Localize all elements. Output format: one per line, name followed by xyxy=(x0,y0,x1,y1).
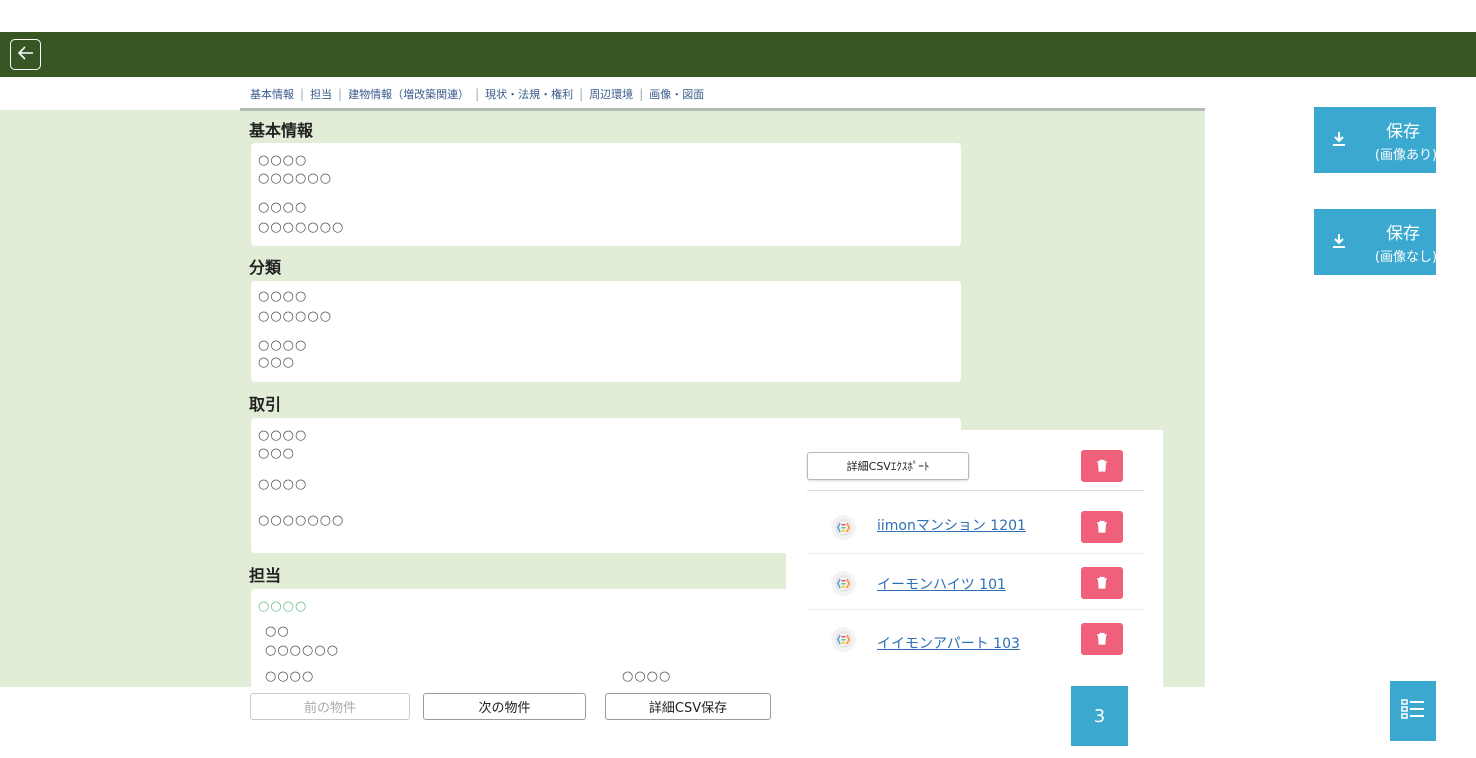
property-link[interactable]: イーモンハイツ 101 xyxy=(877,574,1006,594)
property-logo-icon xyxy=(831,571,856,596)
trash-icon xyxy=(1096,630,1108,649)
download-icon xyxy=(1332,233,1346,253)
section-title-staff: 担当 xyxy=(249,566,282,585)
property-link[interactable]: イイモンアパート 103 xyxy=(877,633,1020,653)
staff-line: ○○ xyxy=(265,624,290,639)
save-subtitle: (画像あり) xyxy=(1374,148,1438,163)
staff-line: ○○○○○○ xyxy=(265,643,340,658)
previous-property-button[interactable]: 前の物件 xyxy=(250,693,410,720)
arrow-left-icon xyxy=(17,45,35,64)
property-count-badge[interactable]: 3 xyxy=(1071,686,1128,746)
basic-info-card: ○○○○ ○○○○○○ ○○○○ ○○○○○○○ xyxy=(251,143,961,246)
tab-environment[interactable]: 周辺環境 xyxy=(583,86,639,102)
staff-line-highlight: ○○○○ xyxy=(258,599,308,614)
save-title: 保存 xyxy=(1386,122,1420,142)
category-line: ○○○○ xyxy=(258,338,308,353)
save-subtitle: (画像なし) xyxy=(1374,250,1438,265)
trash-icon xyxy=(1096,574,1108,593)
category-line: ○○○○○○ xyxy=(258,309,333,324)
back-button[interactable] xyxy=(10,39,41,70)
section-title-basic: 基本情報 xyxy=(249,121,314,140)
property-link[interactable]: iimonマンション 1201 xyxy=(877,515,1026,535)
tab-legal[interactable]: 現状・法規・権利 xyxy=(479,86,579,102)
delete-property-button[interactable] xyxy=(1081,623,1123,655)
deal-line: ○○○○ xyxy=(258,477,308,492)
category-card: ○○○○ ○○○○○○ ○○○○ ○○○ xyxy=(251,281,961,382)
tab-building[interactable]: 建物情報（増改築関連） xyxy=(342,86,475,102)
tab-basic[interactable]: 基本情報 xyxy=(250,86,300,102)
basic-line: ○○○○○○ xyxy=(258,171,333,186)
save-title: 保存 xyxy=(1386,224,1420,244)
staff-line: ○○○○ xyxy=(265,669,315,684)
delete-all-button[interactable] xyxy=(1081,450,1123,482)
section-title-category: 分類 xyxy=(249,258,282,277)
detail-csv-export-button[interactable]: 詳細CSVｴｸｽﾎﾟｰﾄ xyxy=(807,452,969,480)
tab-staff[interactable]: 担当 xyxy=(304,86,338,102)
category-line: ○○○○ xyxy=(258,289,308,304)
staff-line: ○○○○ xyxy=(622,669,672,684)
list-icon xyxy=(1401,698,1425,724)
detail-csv-save-button[interactable]: 詳細CSV保存 xyxy=(605,693,771,720)
save-without-images-button[interactable]: 保存 (画像なし) xyxy=(1314,209,1437,275)
section-title-deal: 取引 xyxy=(249,395,282,414)
delete-property-button[interactable] xyxy=(1081,511,1123,543)
trash-icon xyxy=(1096,518,1108,537)
next-property-button[interactable]: 次の物件 xyxy=(423,693,586,720)
category-line: ○○○ xyxy=(258,355,296,370)
content-top-divider xyxy=(240,108,1205,111)
deal-line: ○○○ xyxy=(258,446,296,461)
property-logo-icon xyxy=(831,515,856,540)
top-bar xyxy=(0,32,1476,77)
deal-line: ○○○○○○○ xyxy=(258,513,345,528)
property-logo-icon xyxy=(831,627,856,652)
section-tabs: 基本情報 | 担当 | 建物情報（増改築関連） | 現状・法規・権利 | 周辺環… xyxy=(250,86,710,102)
basic-line: ○○○○ xyxy=(258,153,308,168)
tab-images[interactable]: 画像・図面 xyxy=(643,86,710,102)
deal-line: ○○○○ xyxy=(258,428,308,443)
list-view-button[interactable] xyxy=(1390,681,1436,741)
trash-icon xyxy=(1096,457,1108,476)
basic-line: ○○○○ xyxy=(258,200,308,215)
delete-property-button[interactable] xyxy=(1081,567,1123,599)
save-with-images-button[interactable]: 保存 (画像あり) xyxy=(1314,107,1437,173)
basic-line: ○○○○○○○ xyxy=(258,220,345,235)
popup-divider xyxy=(807,490,1144,491)
download-icon xyxy=(1332,131,1346,151)
